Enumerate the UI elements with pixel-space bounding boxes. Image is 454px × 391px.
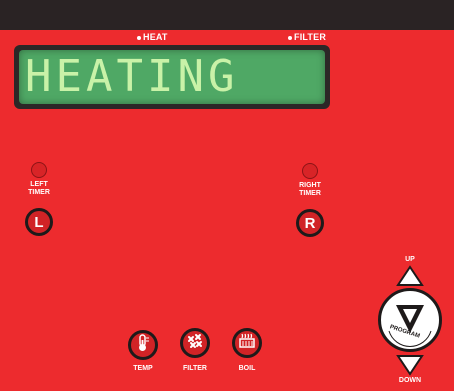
heat-indicator: HEAT: [137, 32, 168, 42]
left-timer-label-line1: LEFT: [30, 181, 48, 188]
heat-indicator-label: HEAT: [143, 32, 168, 42]
top-bar: [0, 0, 454, 30]
boil-button[interactable]: [232, 328, 262, 358]
right-timer-led: [302, 163, 318, 179]
boil-icon: [238, 332, 256, 355]
filter-indicator-label: FILTER: [294, 32, 327, 42]
up-label: UP: [405, 256, 415, 263]
filter-button-label: FILTER: [183, 365, 207, 372]
lcd-display: HEATING: [14, 45, 330, 109]
temp-button-label: TEMP: [133, 365, 153, 372]
filter-indicator-dot: [288, 35, 292, 40]
right-timer-label-line2: TIMER: [299, 190, 321, 197]
thermometer-icon: [135, 333, 151, 357]
boil-button-label: BOIL: [238, 365, 256, 372]
lcd-screen: HEATING: [19, 50, 325, 104]
right-timer-label: RIGHT TIMER: [290, 182, 330, 198]
lcd-display-text: HEATING: [25, 51, 239, 102]
left-timer-button[interactable]: L: [25, 208, 53, 236]
right-timer-button-label: R: [304, 214, 316, 232]
left-timer-label-line2: TIMER: [28, 189, 50, 196]
left-timer-label: LEFT TIMER: [19, 181, 59, 197]
right-timer-button[interactable]: R: [296, 209, 324, 237]
filter-indicator: FILTER: [288, 32, 326, 42]
temp-button[interactable]: [128, 330, 158, 360]
left-timer-button-label: L: [34, 213, 44, 231]
filter-icon: [186, 332, 204, 355]
heat-indicator-dot: [137, 35, 141, 40]
filter-button[interactable]: [180, 328, 210, 358]
control-panel: HEAT FILTER HEATING LEFT TIMER L RIGHT T…: [0, 0, 454, 391]
left-timer-led: [31, 162, 47, 178]
program-logo-icon: [381, 291, 439, 354]
down-label: DOWN: [398, 377, 422, 384]
right-timer-label-line1: RIGHT: [299, 182, 321, 189]
program-button[interactable]: PROGRAM: [378, 288, 442, 352]
